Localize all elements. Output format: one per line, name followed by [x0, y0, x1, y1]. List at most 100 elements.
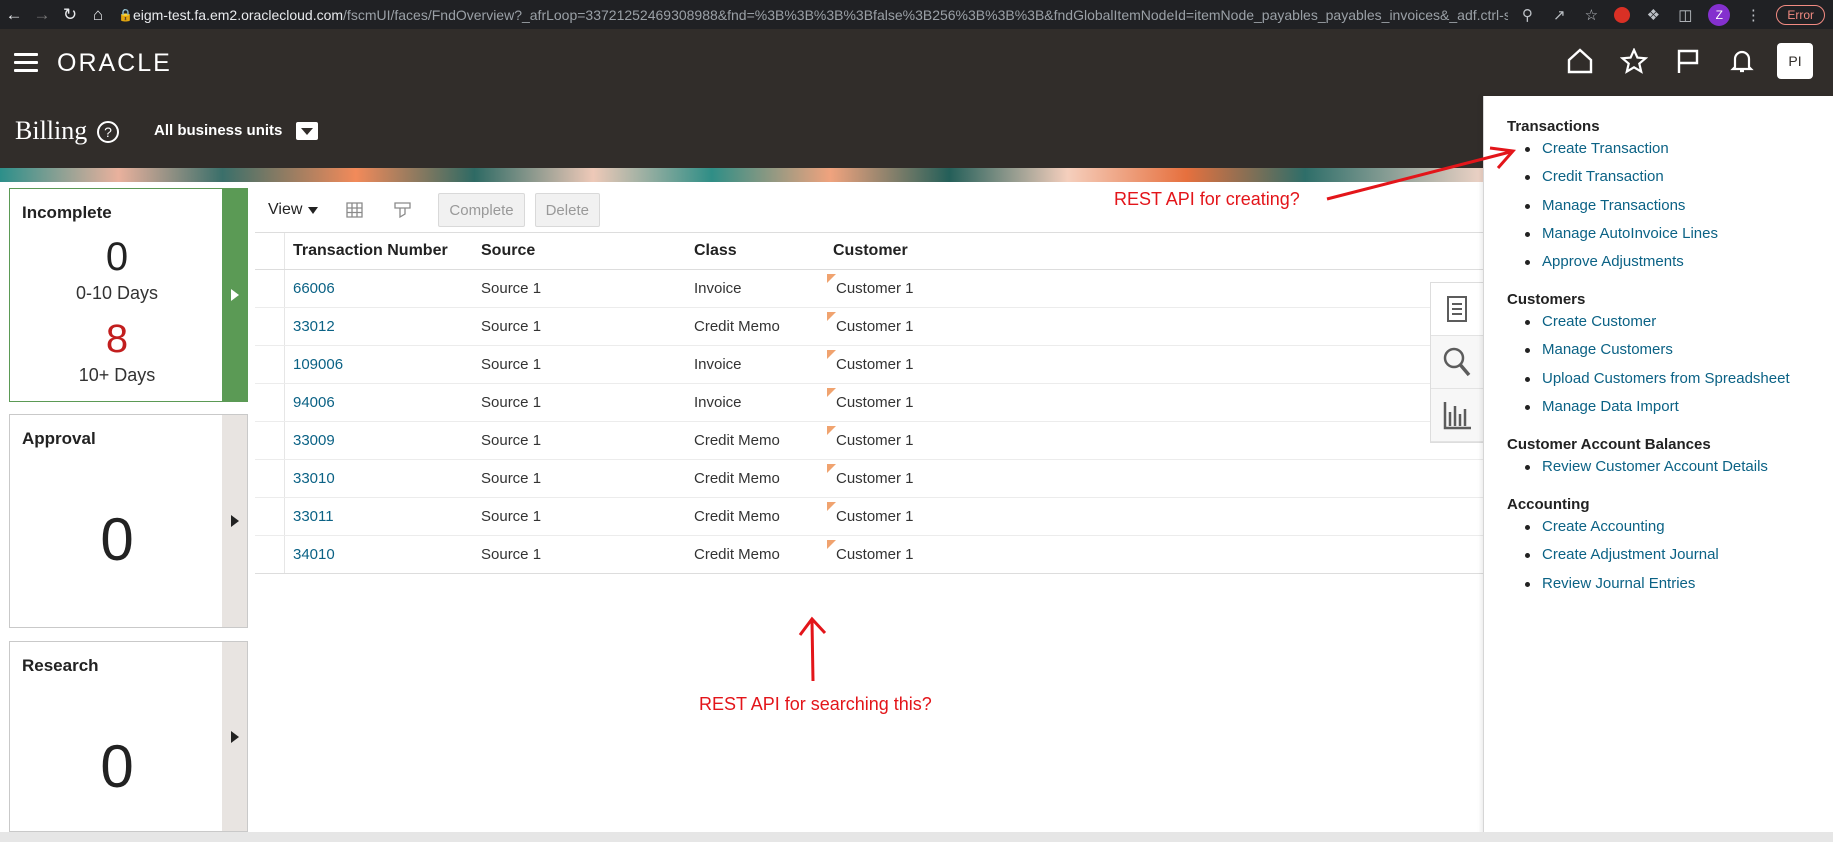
task-link[interactable]: Manage AutoInvoice Lines — [1525, 225, 1718, 242]
tile-count-old: 8 — [105, 317, 129, 361]
complete-button[interactable]: Complete — [438, 193, 525, 227]
task-link[interactable]: Review Customer Account Details — [1525, 458, 1768, 475]
task-link[interactable]: Create Accounting — [1525, 518, 1665, 535]
transaction-number-link[interactable]: 33009 — [293, 432, 335, 449]
notifications-bell-icon[interactable] — [1715, 43, 1769, 79]
research-tile[interactable]: Research 0 — [9, 641, 248, 832]
chevron-down-icon — [308, 206, 319, 214]
url-host: eigm-test.fa.em2.oraclecloud.com — [132, 6, 344, 23]
error-badge[interactable]: Error — [1776, 4, 1825, 25]
row-gutter — [255, 498, 285, 535]
zoom-icon[interactable]: ⚲ — [1518, 6, 1536, 24]
table-row[interactable]: 94006 Source 1 Invoice Customer 1 — [255, 384, 1483, 422]
table-body: 66006 Source 1 Invoice Customer 1 33012 Sourc… — [255, 270, 1483, 574]
freeze-columns-icon[interactable] — [344, 199, 366, 221]
tasks-panel: Transactions Create Transaction Credit Tra… — [1483, 96, 1833, 842]
analytics-tab-icon[interactable] — [1431, 389, 1483, 442]
table-row[interactable]: 33012 Source 1 Credit Memo Customer 1 — [255, 308, 1483, 346]
extension-icon[interactable] — [1614, 6, 1631, 23]
back-icon[interactable]: ← — [0, 0, 28, 29]
table-row[interactable]: 109006 Source 1 Invoice Customer 1 — [255, 346, 1483, 384]
extensions-puzzle-icon[interactable]: ❖ — [1644, 6, 1662, 24]
search-tab-icon[interactable] — [1431, 336, 1483, 389]
task-link[interactable]: Manage Data Import — [1525, 398, 1679, 415]
customer-cell: Customer 1 — [836, 318, 914, 335]
view-label: View — [268, 201, 303, 218]
tile-expand-button[interactable] — [222, 415, 247, 627]
task-link[interactable]: Create Transaction — [1525, 140, 1669, 157]
row-gutter — [255, 384, 285, 421]
home-icon[interactable]: ⌂ — [84, 0, 112, 29]
help-icon[interactable]: ? — [97, 121, 119, 143]
transaction-number-link[interactable]: 109006 — [293, 356, 343, 373]
column-header-customer[interactable]: Customer — [833, 242, 908, 260]
tasks-tab-icon[interactable] — [1431, 283, 1483, 336]
transaction-number-link[interactable]: 33010 — [293, 470, 335, 487]
table-row[interactable]: 33010 Source 1 Credit Memo Customer 1 — [255, 460, 1483, 498]
incomplete-tile[interactable]: Incomplete 0 0-10 Days 8 10+ Days — [9, 188, 248, 402]
task-link[interactable]: Manage Customers — [1525, 341, 1673, 358]
annotation-arrow-right — [1326, 146, 1516, 201]
task-link[interactable]: Create Customer — [1524, 313, 1656, 330]
view-menu-button[interactable]: View — [268, 201, 319, 219]
table-row[interactable]: 66006 Source 1 Invoice Customer 1 — [255, 270, 1483, 308]
tile-expand-button[interactable] — [222, 642, 247, 831]
oracle-logo[interactable]: ORACLE — [57, 49, 172, 78]
class-cell: Credit Memo — [694, 432, 780, 449]
tile-expand-button[interactable] — [222, 189, 247, 401]
watchlist-flag-icon[interactable] — [1661, 43, 1715, 79]
more-menu-icon[interactable]: ⋮ — [1744, 6, 1762, 24]
table-row[interactable]: 33009 Source 1 Credit Memo Customer 1 — [255, 422, 1483, 460]
row-gutter — [255, 460, 285, 497]
transaction-number-link[interactable]: 66006 — [293, 280, 335, 297]
forward-icon[interactable]: → — [28, 0, 56, 29]
side-panel-icon[interactable]: ◫ — [1676, 6, 1694, 24]
home-icon[interactable] — [1553, 43, 1607, 79]
transaction-number-link[interactable]: 34010 — [293, 546, 335, 563]
address-bar[interactable]: 🔒 eigm-test.fa.em2.oraclecloud.com/fscmU… — [118, 7, 1508, 23]
horizontal-scrollbar[interactable] — [0, 832, 1833, 842]
browser-profile-avatar[interactable]: Z — [1708, 3, 1731, 26]
annotation-arrow-up — [798, 616, 827, 682]
transaction-number-link[interactable]: 33011 — [293, 508, 334, 525]
tile-title: Approval — [22, 429, 96, 448]
hamburger-menu-icon[interactable] — [14, 53, 38, 72]
side-panel-tabs — [1430, 282, 1483, 443]
reload-icon[interactable]: ↻ — [56, 0, 84, 29]
approval-tile[interactable]: Approval 0 — [9, 414, 248, 628]
column-header-transaction-number[interactable]: Transaction Number — [293, 242, 448, 260]
customer-cell: Customer 1 — [836, 508, 914, 525]
delete-button[interactable]: Delete — [534, 193, 600, 227]
task-link[interactable]: Manage Transactions — [1524, 197, 1685, 214]
transaction-number-link[interactable]: 94006 — [293, 394, 335, 411]
column-header-class[interactable]: Class — [694, 242, 737, 260]
filter-icon[interactable] — [392, 199, 414, 221]
status-flag-icon — [827, 464, 836, 473]
row-gutter — [255, 233, 285, 269]
status-flag-icon — [827, 388, 836, 397]
share-icon[interactable]: ↗ — [1550, 6, 1568, 24]
task-link[interactable]: Create Adjustment Journal — [1525, 546, 1719, 563]
browser-toolbar: ← → ↻ ⌂ 🔒 eigm-test.fa.em2.oraclecloud.c… — [0, 0, 1833, 29]
task-link[interactable]: Upload Customers from Spreadsheet — [1525, 370, 1790, 387]
business-unit-dropdown[interactable] — [296, 122, 318, 140]
customer-cell: Customer 1 — [836, 394, 914, 411]
source-cell: Source 1 — [481, 546, 542, 563]
favorites-star-icon[interactable] — [1607, 43, 1661, 79]
task-link[interactable]: Credit Transaction — [1525, 168, 1664, 185]
class-cell: Invoice — [694, 280, 742, 297]
task-link[interactable]: Approve Adjustments — [1525, 253, 1684, 270]
column-header-source[interactable]: Source — [481, 242, 535, 260]
transaction-number-link[interactable]: 33012 — [293, 318, 335, 335]
table-row[interactable]: 33011 Source 1 Credit Memo Customer 1 — [255, 498, 1483, 536]
user-avatar[interactable]: PI — [1777, 43, 1813, 79]
task-section-title: Accounting — [1507, 496, 1590, 513]
customer-cell: Customer 1 — [836, 280, 914, 297]
class-cell: Credit Memo — [694, 546, 780, 563]
task-section-title: Customer Account Balances — [1507, 436, 1711, 453]
source-cell: Source 1 — [481, 280, 542, 297]
bookmark-star-icon[interactable]: ☆ — [1582, 6, 1600, 24]
chevron-right-icon — [230, 730, 239, 743]
table-row[interactable]: 34010 Source 1 Credit Memo Customer 1 — [255, 536, 1483, 574]
task-link[interactable]: Review Journal Entries — [1524, 575, 1695, 592]
